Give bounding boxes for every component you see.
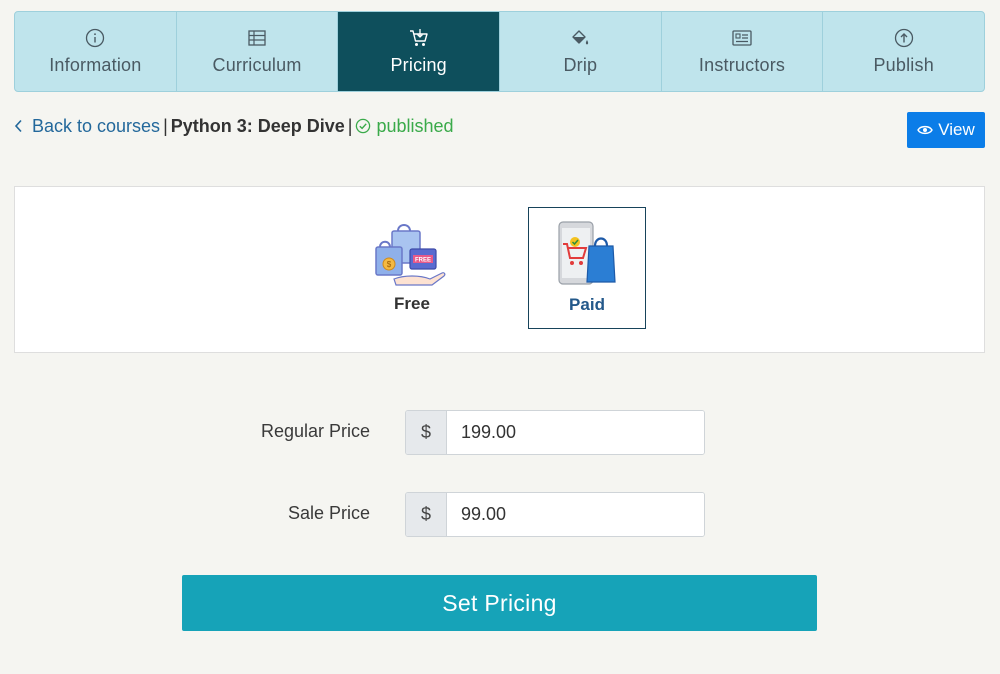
- regular-price-row: Regular Price $: [0, 410, 1000, 455]
- breadcrumb: Back to courses | Python 3: Deep Dive | …: [14, 114, 454, 138]
- tab-label: Drip: [563, 55, 598, 75]
- back-to-courses-label: Back to courses: [32, 115, 161, 136]
- sale-price-row: Sale Price $: [0, 492, 1000, 537]
- check-circle-icon: [355, 118, 376, 134]
- status-badge: published: [355, 115, 454, 137]
- list-table-icon: [247, 27, 267, 49]
- svg-text:FREE: FREE: [415, 258, 431, 264]
- tab-label: Publish: [873, 55, 934, 75]
- breadcrumb-separator: |: [347, 115, 353, 136]
- free-option-label: Free: [394, 294, 430, 313]
- status-label: published: [376, 115, 454, 136]
- tab-drip[interactable]: Drip: [500, 12, 662, 91]
- upload-circle-icon: [894, 27, 914, 49]
- tab-label: Information: [49, 55, 142, 75]
- cart-icon: [408, 27, 430, 49]
- view-button-label: View: [938, 120, 975, 139]
- currency-prefix: $: [406, 411, 447, 454]
- tab-information[interactable]: Information: [15, 12, 177, 91]
- tab-label: Pricing: [390, 55, 447, 75]
- pricing-type-panel: $ FREE Free Paid: [14, 186, 985, 353]
- course-tabs: Information Curriculum Pricing Drip Inst…: [14, 11, 985, 92]
- regular-price-label: Regular Price: [260, 421, 370, 441]
- free-option[interactable]: $ FREE Free: [353, 207, 471, 329]
- paid-option-label: Paid: [569, 295, 605, 314]
- id-card-icon: [731, 27, 753, 49]
- sale-price-label: Sale Price: [287, 503, 370, 523]
- tab-pricing[interactable]: Pricing: [338, 12, 501, 91]
- chevron-left-icon: [14, 119, 23, 133]
- svg-text:$: $: [387, 260, 392, 269]
- sale-price-group: $: [405, 492, 705, 537]
- tab-publish[interactable]: Publish: [823, 12, 984, 91]
- paid-cart-phone-icon: [558, 221, 616, 285]
- free-shopping-bags-icon: $ FREE: [375, 224, 446, 286]
- sale-price-input[interactable]: [447, 493, 704, 536]
- tab-instructors[interactable]: Instructors: [662, 12, 824, 91]
- regular-price-group: $: [405, 410, 705, 455]
- paid-option[interactable]: Paid: [528, 207, 646, 329]
- info-circle-icon: [85, 27, 105, 49]
- set-pricing-button[interactable]: Set Pricing: [182, 575, 817, 631]
- tab-curriculum[interactable]: Curriculum: [177, 12, 339, 91]
- breadcrumb-separator: |: [163, 115, 168, 136]
- view-button[interactable]: View: [907, 112, 985, 148]
- currency-prefix: $: [406, 493, 447, 536]
- tab-label: Curriculum: [212, 55, 302, 75]
- eye-icon: [917, 124, 938, 136]
- regular-price-input[interactable]: [447, 411, 704, 454]
- course-title: Python 3: Deep Dive: [170, 115, 345, 136]
- tab-label: Instructors: [698, 55, 786, 75]
- paint-bucket-icon: [569, 27, 591, 49]
- back-to-courses-link[interactable]: Back to courses: [14, 116, 160, 137]
